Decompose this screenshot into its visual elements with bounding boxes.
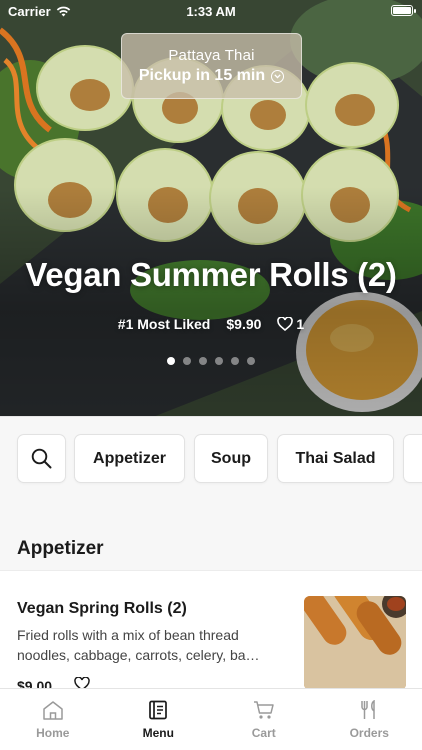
home-icon — [43, 701, 63, 720]
carousel-dot[interactable] — [199, 357, 207, 365]
featured-rank: #1 Most Liked — [117, 316, 211, 332]
carousel-dot[interactable] — [231, 357, 239, 365]
clock: 1:33 AM — [186, 4, 236, 19]
tab-cart[interactable]: Cart — [211, 689, 317, 750]
store-pickup-selector[interactable]: Pattaya Thai Pickup in 15 min — [121, 33, 302, 99]
category-bar[interactable]: Appetizer Soup Thai Salad — [0, 416, 422, 500]
tab-menu-label: Menu — [142, 726, 174, 740]
featured-price: $9.90 — [226, 316, 262, 332]
tab-orders-label: Orders — [349, 726, 389, 740]
category-chip-soup[interactable]: Soup — [194, 434, 268, 483]
tab-home[interactable]: Home — [0, 689, 106, 750]
fork-knife-icon — [361, 700, 375, 719]
featured-meta: #1 Most Liked $9.90 1 — [0, 316, 422, 332]
pickup-time: Pickup in 15 min — [138, 67, 266, 84]
search-button[interactable] — [17, 434, 66, 483]
category-chip-next[interactable] — [403, 434, 422, 483]
heart-icon — [277, 317, 294, 331]
carousel-dot[interactable] — [183, 357, 191, 365]
featured-like-count: 1 — [296, 316, 305, 332]
tab-orders[interactable]: Orders — [317, 689, 422, 750]
battery-icon — [391, 5, 416, 16]
item-image — [304, 596, 406, 690]
chevron-down-icon — [271, 69, 285, 83]
tab-bar[interactable]: Home Menu Cart Orders — [0, 688, 422, 750]
category-chip-thai-salad[interactable]: Thai Salad — [277, 434, 394, 483]
tab-menu[interactable]: Menu — [106, 689, 212, 750]
section-title: Appetizer — [17, 538, 104, 559]
status-bar: Carrier 1:33 AM — [0, 0, 422, 22]
search-icon — [31, 448, 52, 469]
tab-cart-label: Cart — [251, 726, 276, 740]
featured-likes[interactable]: 1 — [277, 316, 304, 332]
featured-title: Vegan Summer Rolls (2) — [25, 256, 397, 293]
category-chip-appetizer[interactable]: Appetizer — [74, 434, 185, 483]
cart-icon — [253, 701, 274, 719]
carousel-dot[interactable] — [167, 357, 175, 365]
carousel-dot[interactable] — [215, 357, 223, 365]
carousel-dot[interactable] — [247, 357, 255, 365]
store-name: Pattaya Thai — [168, 47, 255, 64]
menu-book-icon — [149, 700, 168, 720]
item-description: Fried rolls with a mix of bean thread no… — [17, 627, 260, 663]
menu-item-card[interactable]: Vegan Spring Rolls (2) Fried rolls with … — [0, 570, 422, 694]
item-name: Vegan Spring Rolls (2) — [17, 600, 187, 617]
featured-hero[interactable]: Carrier 1:33 AM Pattaya Thai Pickup in 1… — [0, 0, 422, 416]
tab-home-label: Home — [36, 726, 70, 740]
carousel-indicator[interactable] — [0, 357, 422, 365]
